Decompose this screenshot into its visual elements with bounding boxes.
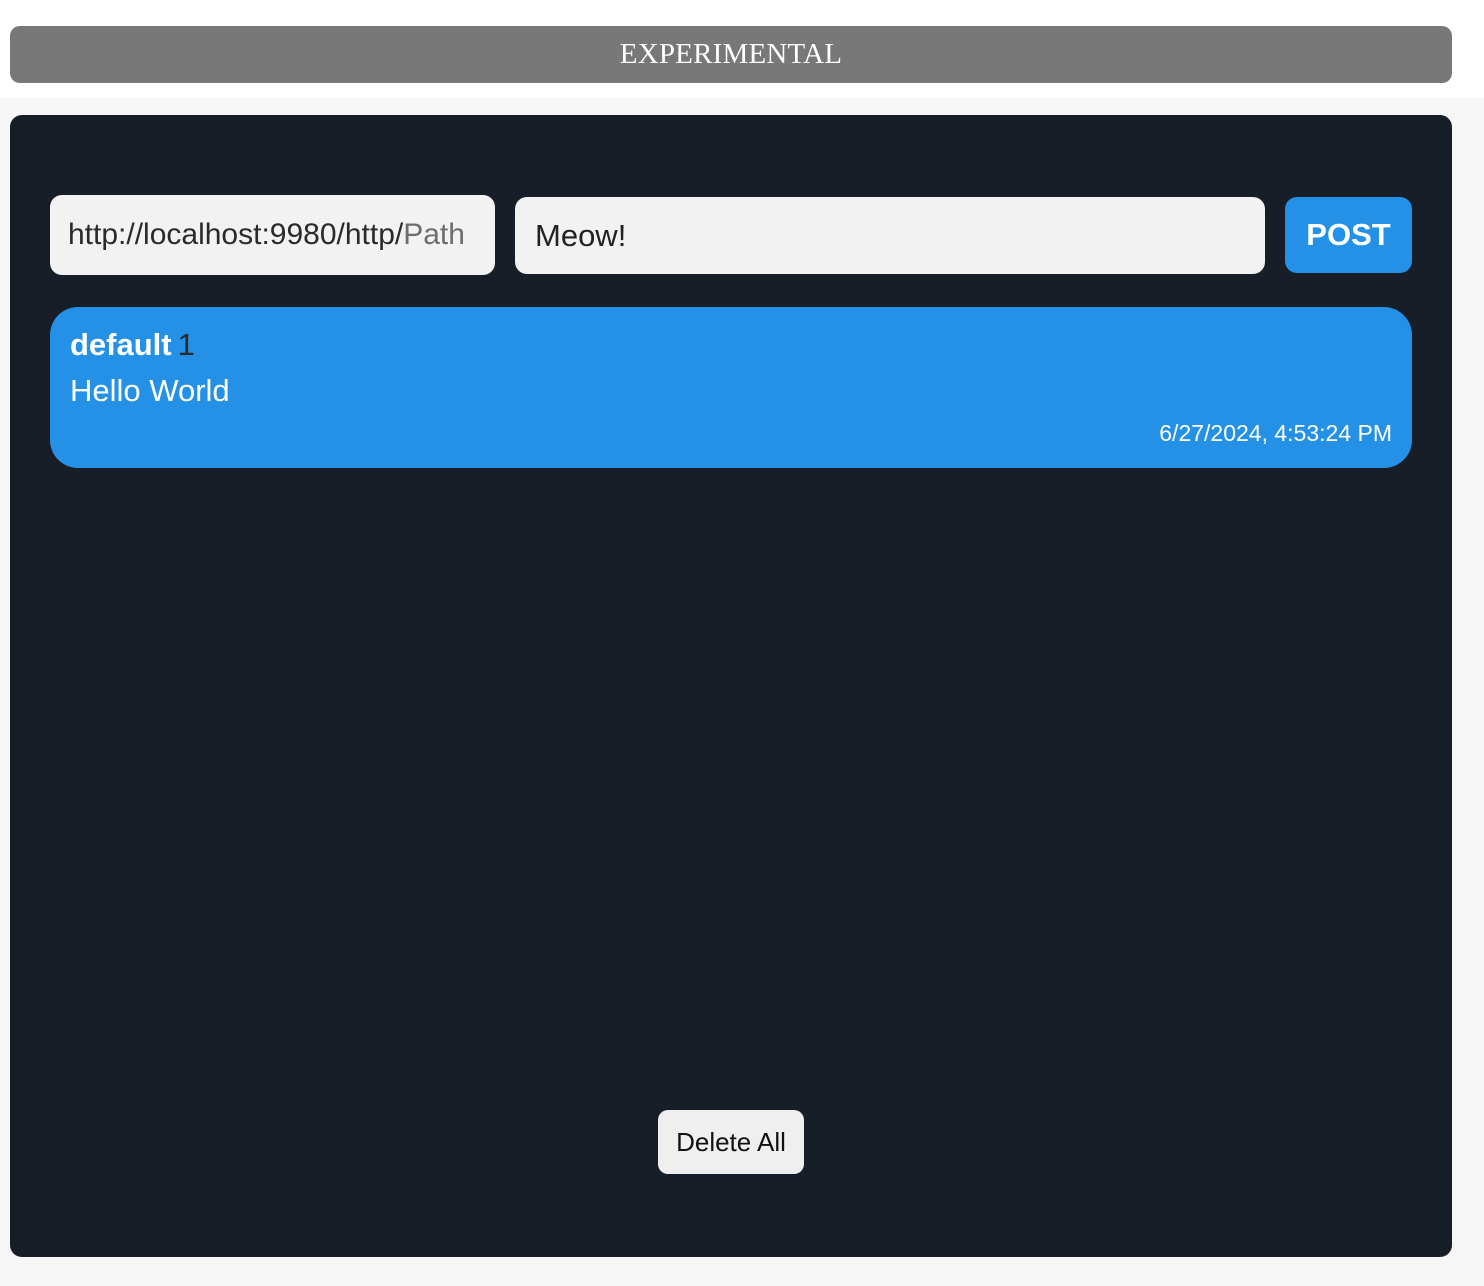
path-input[interactable]: http://localhost:9980/http/Path — [50, 195, 495, 275]
message-author: default — [70, 327, 172, 362]
chat-panel: http://localhost:9980/http/Path POST def… — [10, 115, 1452, 1257]
post-button[interactable]: POST — [1285, 197, 1412, 273]
message-count: 1 — [177, 327, 195, 362]
path-prefix-text: http://localhost:9980/http/ — [68, 218, 404, 251]
message-input[interactable] — [515, 197, 1265, 274]
message-header: default 1 — [70, 327, 195, 363]
message-text: Hello World — [70, 373, 230, 408]
banner-label: EXPERIMENTAL — [619, 38, 843, 70]
experimental-banner: EXPERIMENTAL — [10, 26, 1452, 83]
message-card: default 1 Hello World 6/27/2024, 4:53:24 … — [50, 307, 1412, 468]
delete-all-button[interactable]: Delete All — [658, 1110, 804, 1174]
message-timestamp: 6/27/2024, 4:53:24 PM — [1159, 420, 1392, 446]
path-placeholder-text: Path — [403, 218, 465, 251]
